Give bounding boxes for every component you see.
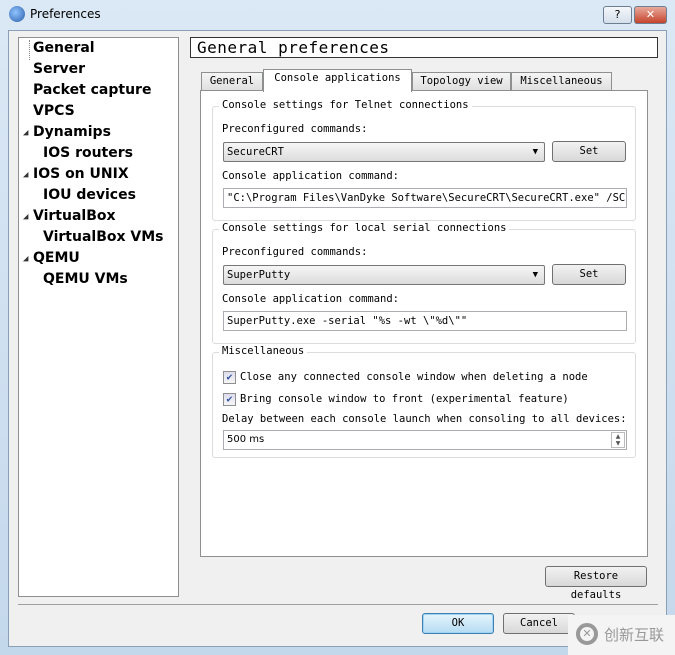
bring-front-checkbox[interactable]: ✔	[223, 393, 236, 406]
tab-general[interactable]: General	[201, 72, 263, 91]
delay-spinbox[interactable]: 500 ms ▲ ▼	[223, 430, 627, 450]
tree-item-qemu[interactable]: QEMU	[33, 250, 80, 266]
tree-item-server[interactable]: Server	[33, 61, 85, 77]
expand-arrow-icon[interactable]: ◢	[23, 128, 28, 138]
tree-item-general[interactable]: General	[33, 40, 95, 56]
telnet-preconf-value: SecureCRT	[227, 146, 284, 158]
delay-label: Delay between each console launch when c…	[222, 413, 627, 425]
watermark-icon: ✕	[576, 623, 598, 645]
close-button[interactable]: ✕	[634, 6, 667, 24]
close-console-label: Close any connected console window when …	[240, 371, 588, 383]
serial-cmd-label: Console application command:	[222, 293, 400, 305]
tree-item-ios-on-unix[interactable]: IOS on UNIX	[33, 166, 129, 182]
serial-group: Console settings for local serial connec…	[212, 222, 636, 344]
telnet-set-button[interactable]: Set	[552, 141, 626, 162]
telnet-group: Console settings for Telnet connections …	[212, 99, 636, 221]
divider	[18, 604, 658, 605]
tree-item-dynamips[interactable]: Dynamips	[33, 124, 111, 140]
serial-command-input[interactable]: SuperPutty.exe -serial "%s -wt \"%d\""	[223, 311, 627, 331]
chevron-down-icon: ▼	[532, 147, 538, 157]
misc-group: Miscellaneous ✔ Close any connected cons…	[212, 345, 636, 458]
ok-button[interactable]: OK	[422, 613, 494, 634]
tree-item-ios-routers[interactable]: IOS routers	[43, 145, 133, 161]
telnet-command-input[interactable]: "C:\Program Files\VanDyke Software\Secur…	[223, 188, 627, 208]
preferences-tree[interactable]: General Server Packet capture VPCS ◢ Dyn…	[18, 37, 179, 597]
tab-miscellaneous[interactable]: Miscellaneous	[511, 72, 612, 91]
telnet-group-label: Console settings for Telnet connections	[219, 99, 472, 111]
tree-item-virtualbox-vms[interactable]: VirtualBox VMs	[43, 229, 164, 245]
tab-panel: Console settings for Telnet connections …	[200, 90, 648, 557]
tree-item-vpcs[interactable]: VPCS	[33, 103, 75, 119]
serial-group-label: Console settings for local serial connec…	[219, 222, 510, 234]
expand-arrow-icon[interactable]: ◢	[23, 170, 28, 180]
bring-front-label: Bring console window to front (experimen…	[240, 393, 569, 405]
tree-item-qemu-vms[interactable]: QEMU VMs	[43, 271, 128, 287]
spin-arrows-icon[interactable]: ▲ ▼	[611, 432, 625, 448]
watermark-logo: ✕ 创新互联	[568, 615, 675, 655]
serial-preconf-value: SuperPutty	[227, 269, 291, 281]
expand-arrow-icon[interactable]: ◢	[23, 254, 28, 264]
serial-preconfigured-select[interactable]: SuperPutty ▼	[223, 265, 545, 285]
cancel-button[interactable]: Cancel	[503, 613, 575, 634]
window-title: Preferences	[30, 7, 101, 21]
telnet-preconfigured-select[interactable]: SecureCRT ▼	[223, 142, 545, 162]
serial-preconf-label: Preconfigured commands:	[222, 246, 368, 258]
tree-item-virtualbox[interactable]: VirtualBox	[33, 208, 116, 224]
delay-value: 500 ms	[227, 434, 265, 445]
help-button[interactable]: ?	[603, 6, 632, 24]
telnet-preconf-label: Preconfigured commands:	[222, 123, 368, 135]
chevron-down-icon: ▼	[532, 270, 538, 280]
title-bar: Preferences ? ✕	[0, 0, 675, 30]
misc-group-label: Miscellaneous	[219, 345, 308, 357]
restore-defaults-button[interactable]: Restore defaults	[545, 566, 647, 601]
expand-arrow-icon[interactable]: ◢	[23, 212, 28, 222]
page-title: General preferences	[190, 37, 658, 58]
app-icon	[9, 6, 25, 22]
serial-set-button[interactable]: Set	[552, 264, 626, 285]
watermark-text: 创新互联	[604, 626, 665, 644]
selection-indicator	[29, 40, 30, 60]
tab-topology-view[interactable]: Topology view	[412, 72, 511, 91]
tab-console-applications[interactable]: Console applications	[263, 69, 412, 92]
tree-item-iou-devices[interactable]: IOU devices	[43, 187, 136, 203]
close-console-checkbox[interactable]: ✔	[223, 371, 236, 384]
tree-item-packet-capture[interactable]: Packet capture	[33, 82, 151, 98]
telnet-cmd-label: Console application command:	[222, 170, 400, 182]
